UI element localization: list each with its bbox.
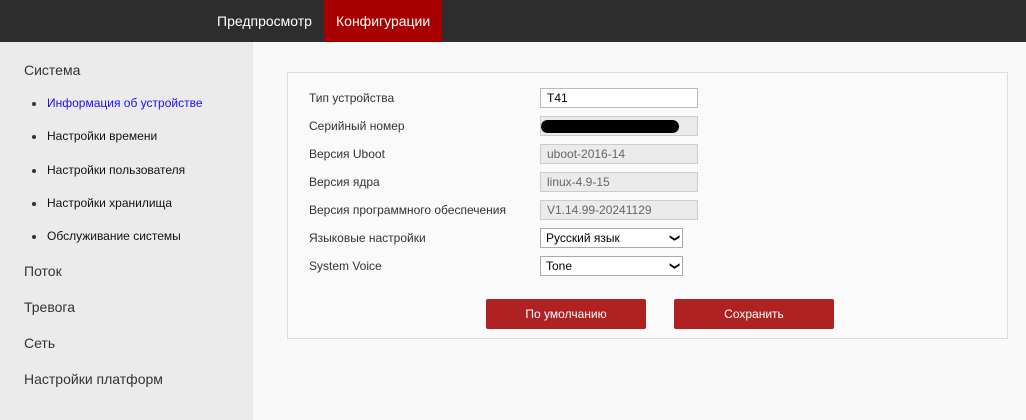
default-button[interactable]: По умолчанию — [486, 299, 646, 329]
save-button[interactable]: Сохранить — [674, 299, 834, 329]
voice-select[interactable]: Tone ❯ — [540, 256, 683, 276]
redaction-mark — [541, 120, 679, 133]
software-input: V1.14.99-20241129 — [540, 200, 698, 220]
sidebar-section-alarm[interactable]: Тревога — [24, 299, 75, 315]
bullet-icon — [32, 168, 36, 173]
top-nav: Предпросмотр Конфигурации — [0, 0, 1026, 42]
sidebar-section-network[interactable]: Сеть — [24, 335, 55, 351]
tab-configuration[interactable]: Конфигурации — [324, 0, 443, 42]
serial-label: Серийный номер — [309, 119, 405, 133]
sidebar-item-user-settings[interactable]: Настройки пользователя — [32, 163, 185, 177]
uboot-label: Версия Uboot — [309, 147, 385, 161]
sidebar-item-storage-settings[interactable]: Настройки хранилища — [32, 196, 172, 210]
language-select[interactable]: Русский язык ❯ — [540, 228, 683, 248]
bullet-icon — [32, 201, 36, 206]
sidebar-item-label: Обслуживание системы — [47, 229, 181, 243]
sidebar-item-label: Настройки пользователя — [47, 163, 186, 177]
sidebar-item-label: Настройки хранилища — [47, 196, 173, 210]
language-label: Языковые настройки — [309, 231, 426, 245]
tab-preview[interactable]: Предпросмотр — [205, 0, 324, 42]
bullet-icon — [32, 101, 36, 106]
sidebar-item-device-info[interactable]: Информация об устройстве — [32, 96, 203, 110]
sidebar-section-system[interactable]: Система — [24, 62, 80, 78]
chevron-down-icon: ❯ — [668, 261, 680, 271]
sidebar-item-label: Информация об устройстве — [47, 96, 203, 110]
sidebar-section-stream[interactable]: Поток — [24, 263, 62, 279]
language-value: Русский язык — [546, 231, 620, 245]
sidebar-item-label: Настройки времени — [47, 129, 158, 143]
device-type-label: Тип устройства — [309, 91, 395, 105]
serial-input — [540, 116, 698, 136]
voice-value: Tone — [546, 259, 573, 273]
device-info-panel: Тип устройства T41 Серийный номер Версия… — [287, 72, 1008, 339]
chevron-down-icon: ❯ — [668, 233, 680, 243]
device-type-input[interactable]: T41 — [540, 88, 698, 108]
software-label: Версия программного обеспечения — [309, 203, 506, 217]
sidebar: Система Информация об устройстве Настрой… — [0, 42, 253, 420]
kernel-input: linux-4.9-15 — [540, 172, 698, 192]
sidebar-section-platform[interactable]: Настройки платформ — [24, 371, 163, 387]
bullet-icon — [32, 234, 36, 239]
sidebar-item-maintenance[interactable]: Обслуживание системы — [32, 229, 181, 243]
uboot-input: uboot-2016-14 — [540, 144, 698, 164]
kernel-label: Версия ядра — [309, 175, 380, 189]
sidebar-item-time-settings[interactable]: Настройки времени — [32, 129, 157, 143]
bullet-icon — [32, 134, 36, 139]
voice-label: System Voice — [309, 259, 382, 273]
